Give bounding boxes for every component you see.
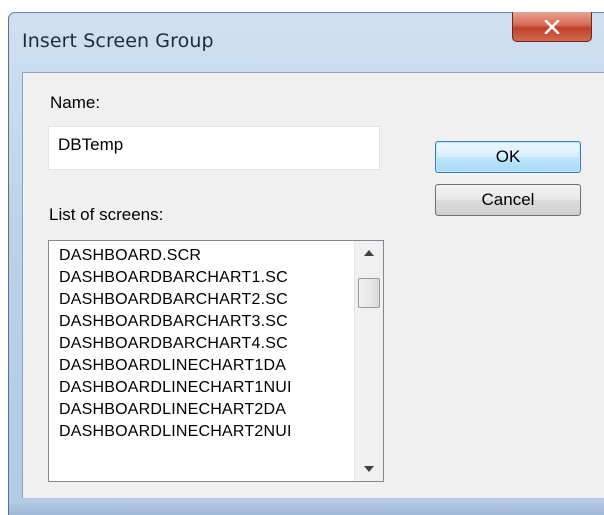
list-item[interactable]: DASHBOARDLINECHART1NUI bbox=[49, 377, 353, 399]
list-item[interactable]: DASHBOARDBARCHART3.SC bbox=[49, 311, 353, 333]
vertical-scrollbar[interactable] bbox=[354, 241, 383, 481]
close-button[interactable] bbox=[512, 12, 592, 42]
window-frame-bottom bbox=[8, 500, 604, 515]
scroll-down-arrow-icon bbox=[364, 466, 374, 472]
scroll-up-arrow-icon bbox=[364, 250, 374, 256]
close-icon bbox=[544, 19, 560, 34]
name-input[interactable]: DBTemp bbox=[48, 126, 380, 170]
list-of-screens-label: List of screens: bbox=[49, 205, 164, 224]
list-item[interactable]: DASHBOARDLINECHART2DA bbox=[49, 399, 353, 421]
screens-listbox[interactable]: DASHBOARD.SCR DASHBOARDBARCHART1.SC DASH… bbox=[48, 240, 384, 482]
cancel-button[interactable]: Cancel bbox=[435, 184, 581, 216]
list-item[interactable]: DASHBOARDBARCHART1.SC bbox=[49, 267, 353, 289]
screens-list: DASHBOARD.SCR DASHBOARDBARCHART1.SC DASH… bbox=[49, 241, 353, 481]
list-item[interactable]: DASHBOARD.SCR bbox=[49, 245, 353, 267]
scroll-down-button[interactable] bbox=[355, 459, 383, 479]
window-title: Insert Screen Group bbox=[22, 30, 214, 52]
list-item[interactable]: DASHBOARDLINECHART1DA bbox=[49, 355, 353, 377]
list-item[interactable]: DASHBOARDLINECHART2NUI bbox=[49, 421, 353, 443]
ok-button[interactable]: OK bbox=[435, 141, 581, 173]
list-item[interactable]: DASHBOARDBARCHART2.SC bbox=[49, 289, 353, 311]
list-item[interactable]: DASHBOARDBARCHART4.SC bbox=[49, 333, 353, 355]
scrollbar-thumb[interactable] bbox=[358, 277, 380, 308]
name-label: Name: bbox=[50, 93, 101, 112]
scroll-up-button[interactable] bbox=[355, 243, 383, 263]
